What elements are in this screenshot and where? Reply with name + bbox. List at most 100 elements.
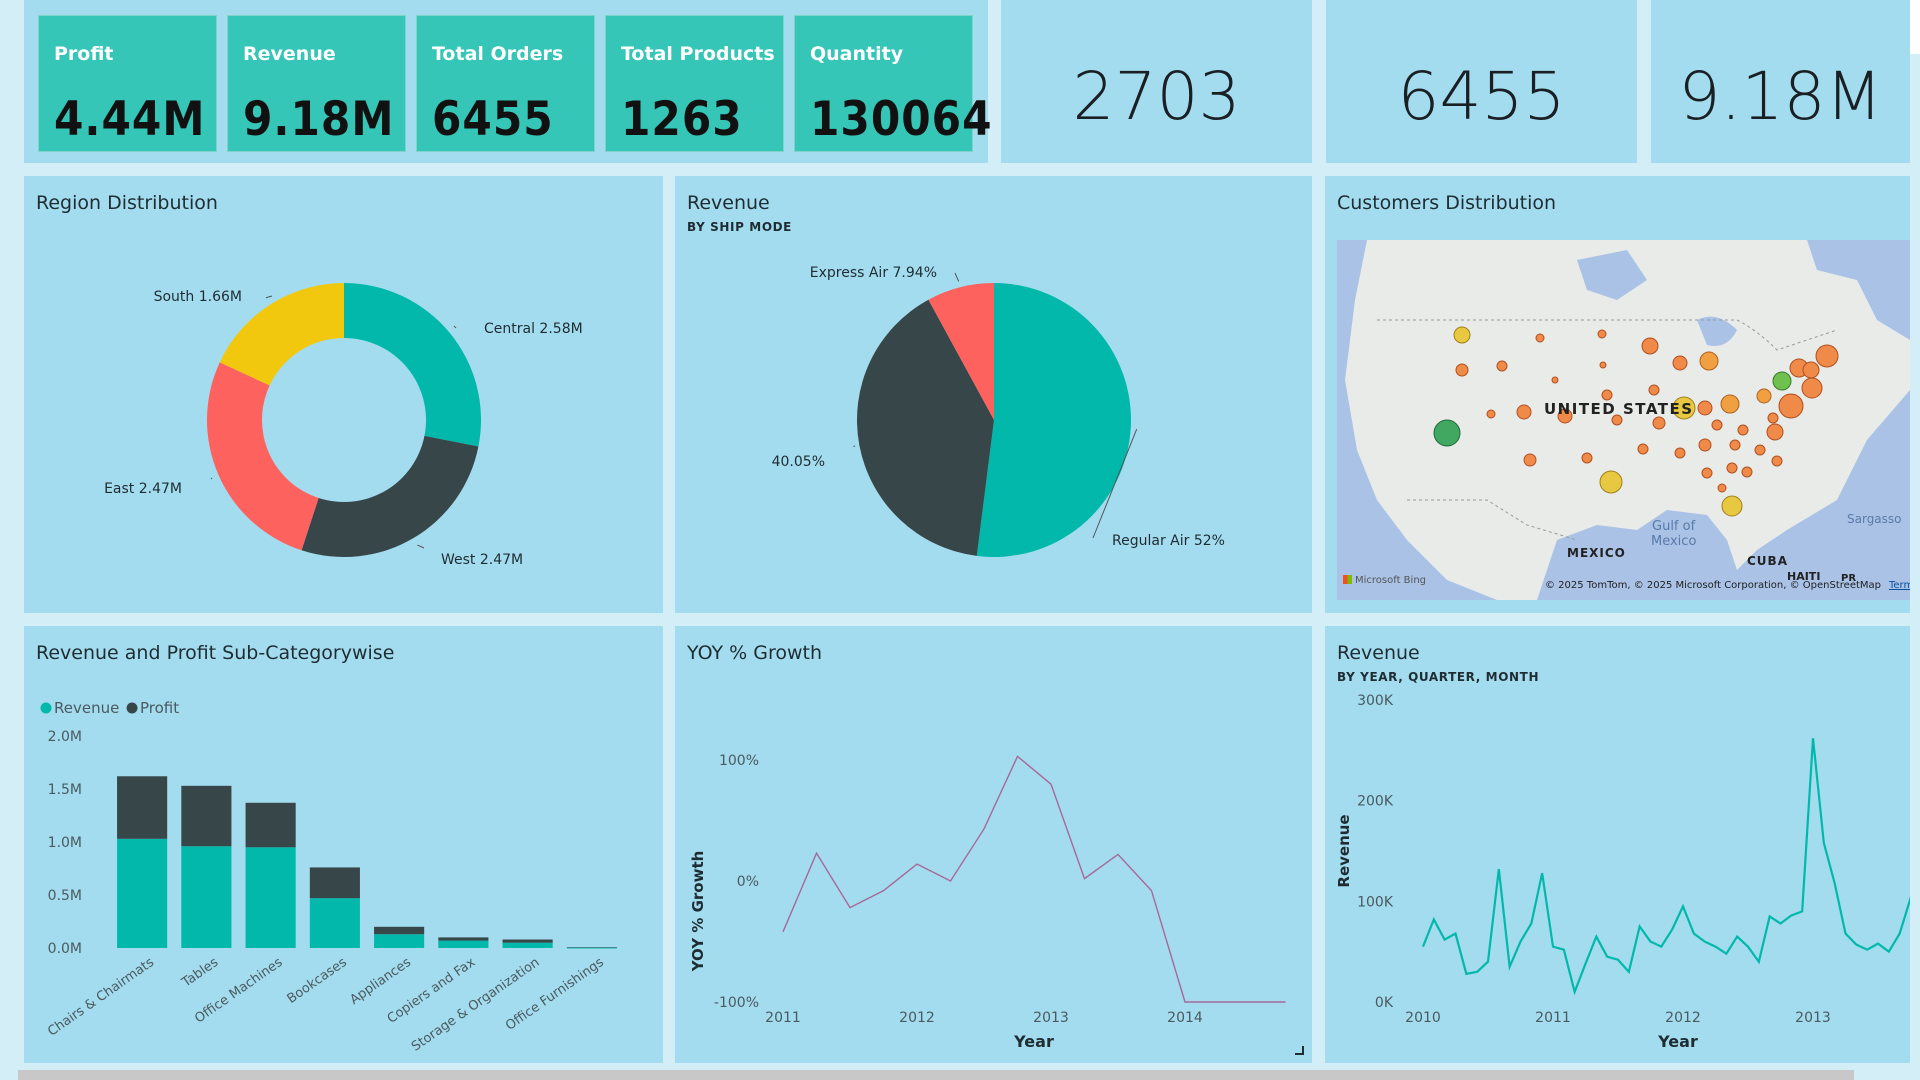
revenue-bar: [502, 942, 553, 948]
y-axis-tick-label: 0K: [1375, 995, 1394, 1011]
revenue-ship-mode-panel[interactable]: Revenue BY SHIP MODE Regular Air 52% 40.0…: [675, 176, 1312, 613]
card-visual-1[interactable]: 2703: [1001, 0, 1312, 163]
y-axis-tick-label: 0.5M: [48, 888, 82, 904]
kpi-label: Profit: [54, 43, 114, 65]
y-axis-tick-label: 300K: [1357, 693, 1394, 709]
resize-corner-icon[interactable]: [1295, 1046, 1304, 1055]
y-axis-tick-label: -100%: [714, 995, 759, 1011]
revenue-line-chart[interactable]: 0K 100K 200K 300K 2010 2011 2012 2013 Revenue Yea…: [1325, 626, 1910, 1063]
region-distribution-panel[interactable]: Region Distribution Central 2.58M West 2.…: [24, 176, 663, 613]
donut-data-label: Central 2.58M: [484, 321, 583, 337]
map-label-gulf-2: Mexico: [1651, 534, 1697, 549]
pie-data-label: Express Air 7.94%: [810, 265, 937, 281]
legend-label: Profit: [140, 699, 179, 717]
x-axis-title: Year: [1657, 1032, 1698, 1051]
x-axis-tick-label: 2012: [899, 1010, 935, 1026]
x-axis-tick-label: 2011: [1535, 1010, 1571, 1026]
map-label-cuba: CUBA: [1747, 554, 1788, 568]
revenue-series-line: [1421, 738, 1910, 996]
donut-slice: [301, 435, 479, 557]
x-axis-tick-label: 2014: [1167, 1010, 1203, 1026]
subcategory-bar-chart[interactable]: Revenue Profit 0.0M 0.5M 1.0M 1.5M 2.0M Chairs …: [24, 626, 663, 1063]
legend-marker: [126, 702, 138, 714]
kpi-card-revenue[interactable]: Revenue 9.18M: [227, 15, 406, 152]
profit-bar: [566, 947, 617, 948]
y-axis-tick-label: 0.0M: [48, 941, 82, 957]
revenue-bar: [181, 846, 232, 948]
y-axis-tick-label: 2.0M: [48, 729, 82, 745]
donut-leader-line: [453, 325, 457, 329]
x-axis-category-label: Tables: [179, 955, 222, 991]
bing-logo-text: Microsoft Bing: [1355, 575, 1427, 586]
subcategory-panel[interactable]: Revenue and Profit Sub-Categorywise Reve…: [24, 626, 663, 1063]
kpi-value: 130064: [810, 92, 993, 147]
map-label-sargasso: Sargasso: [1847, 512, 1902, 526]
vertical-scrollbar[interactable]: [1910, 0, 1920, 54]
yoy-line-chart[interactable]: 100% 0% -100% 2011 2012 2013 2014 YOY % Growth Y…: [675, 626, 1312, 1063]
y-axis-tick-label: 0%: [737, 874, 759, 890]
ship-mode-pie-chart[interactable]: Regular Air 52% 40.05% Express Air 7.94%: [675, 176, 1312, 613]
card-value: 9.18M: [1678, 58, 1883, 135]
bing-logo: Microsoft Bing: [1343, 575, 1426, 586]
kpi-value: 6455: [432, 92, 554, 147]
profit-bar: [309, 867, 360, 899]
profit-bar: [181, 785, 232, 847]
profit-bar: [245, 802, 296, 848]
pie-slice: [976, 283, 1131, 557]
kpi-card-quantity[interactable]: Quantity 130064: [794, 15, 992, 152]
kpi-label: Quantity: [810, 43, 904, 65]
donut-data-label: South 1.66M: [154, 289, 242, 305]
donut-leader-line: [210, 477, 213, 480]
pie-data-label: 40.05%: [772, 454, 825, 470]
x-axis-tick-label: 2010: [1405, 1010, 1441, 1026]
card-visual-3[interactable]: 9.18M: [1651, 0, 1910, 163]
y-axis-tick-label: 200K: [1357, 794, 1394, 810]
kpi-value: 4.44M: [54, 92, 206, 147]
kpi-value: 9.18M: [243, 92, 395, 147]
donut-leader-line: [417, 544, 425, 549]
pie-leader-line: [954, 272, 960, 282]
kpi-card-total-products[interactable]: Total Products 1263: [605, 15, 784, 152]
y-axis-tick-label: 1.0M: [48, 835, 82, 851]
x-axis-title: Year: [1013, 1032, 1054, 1051]
yoy-growth-panel[interactable]: YOY % Growth 100% 0% -100% 2011 2012 2013 2014…: [675, 626, 1312, 1063]
card-value: 2703: [1072, 58, 1241, 135]
y-axis-tick-label: 100%: [719, 753, 759, 769]
y-axis-tick-label: 100K: [1357, 894, 1394, 910]
y-axis-tick-label: 1.5M: [48, 782, 82, 798]
x-axis-category-label: Chairs & Chairmats: [45, 955, 157, 1040]
kpi-label: Total Products: [621, 43, 775, 65]
panel-title: Customers Distribution: [1337, 192, 1557, 214]
donut-data-label: West 2.47M: [441, 552, 523, 568]
x-axis-category-label: Bookcases: [285, 955, 350, 1007]
map-terms-link[interactable]: Term: [1889, 580, 1910, 591]
x-axis-tick-label: 2012: [1665, 1010, 1701, 1026]
x-axis-tick-label: 2011: [765, 1010, 801, 1026]
profit-bar: [502, 939, 553, 943]
revenue-bar: [245, 847, 296, 948]
map-label-mexico: MEXICO: [1567, 546, 1626, 560]
map-copyright: © 2025 TomTom, © 2025 Microsoft Corporat…: [1545, 580, 1882, 591]
revenue-bar: [117, 838, 168, 948]
card-value: 6455: [1397, 58, 1566, 135]
card-visual-2[interactable]: 6455: [1326, 0, 1637, 163]
windows-logo-icon: [1343, 575, 1352, 584]
horizontal-scrollbar[interactable]: [18, 1070, 1854, 1080]
x-axis-tick-label: 2013: [1795, 1010, 1831, 1026]
pie-data-label: Regular Air 52%: [1112, 533, 1225, 549]
legend-label: Revenue: [54, 699, 119, 717]
donut-slice: [206, 362, 319, 551]
region-donut-chart[interactable]: Central 2.58M West 2.47M East 2.47M South 1…: [24, 176, 663, 613]
x-axis-category-label: Storage & Organization: [409, 955, 542, 1055]
kpi-label: Total Orders: [432, 43, 564, 65]
legend-marker: [40, 702, 52, 714]
revenue-bar: [438, 940, 489, 948]
customers-map[interactable]: UNITED STATES Gulf of Mexico MEXICO CUBA…: [1337, 240, 1910, 600]
revenue-bar: [309, 898, 360, 948]
revenue-time-panel[interactable]: Revenue BY YEAR, QUARTER, MONTH 0K 100K 20…: [1325, 626, 1910, 1063]
map-label-gulf-1: Gulf of: [1652, 519, 1696, 534]
kpi-card-total-orders[interactable]: Total Orders 6455: [416, 15, 595, 152]
revenue-bar: [374, 934, 425, 948]
profit-bar: [438, 937, 489, 941]
kpi-card-profit[interactable]: Profit 4.44M: [38, 15, 217, 152]
